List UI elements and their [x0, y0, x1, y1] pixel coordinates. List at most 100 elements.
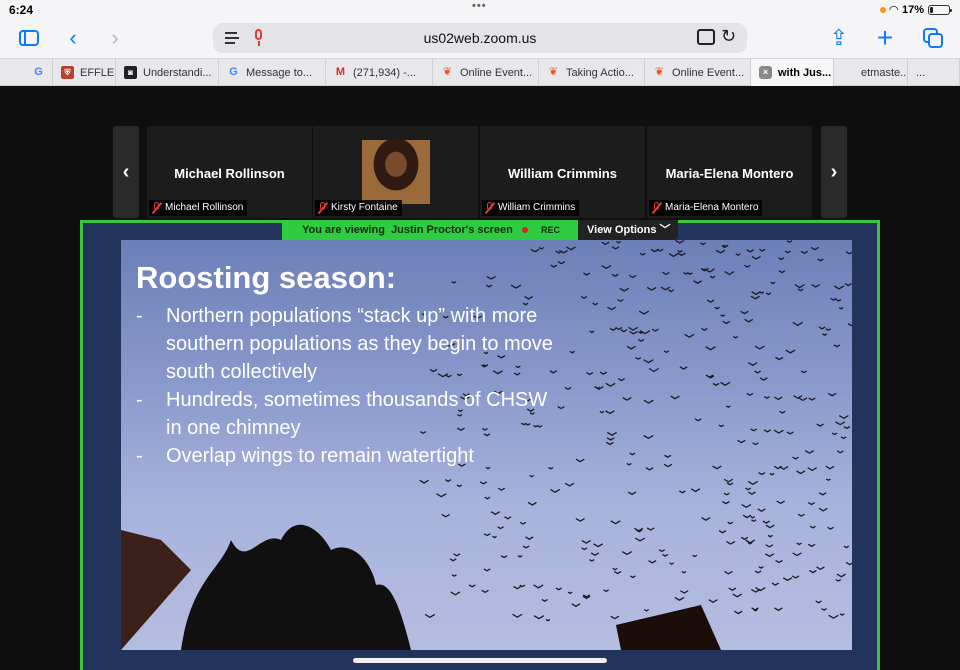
bird-mark: [844, 283, 852, 287]
bird-mark: [662, 553, 669, 557]
bird-mark: [835, 421, 846, 426]
bird-mark: [484, 496, 491, 500]
browser-tab[interactable]: ⛨ EFFLEU: [53, 59, 116, 86]
tab-label: Online Event...: [672, 66, 745, 79]
screen-share-banner: You are viewing Justin Proctor's screen …: [282, 220, 578, 240]
address-bar[interactable]: us02web.zoom.us ↻: [213, 23, 747, 53]
browser-tab[interactable]: etmaste...: [834, 59, 908, 86]
bird-mark: [746, 249, 755, 253]
share-icon[interactable]: ⇪: [826, 26, 852, 50]
browser-tab[interactable]: ❦ Taking Actio...: [539, 59, 645, 86]
bird-mark: [674, 596, 685, 601]
bird-mark: [575, 518, 585, 522]
bird-mark: [750, 428, 758, 432]
bird-mark: [692, 554, 698, 558]
participant-tile[interactable]: William Crimmins William Crimmins: [480, 126, 645, 218]
status-bar: 6:24 ••• ◠ 17%: [0, 0, 960, 18]
bird-mark: [728, 587, 737, 591]
browser-tab[interactable]: M (271,934) -...: [326, 59, 433, 86]
bird-mark: [815, 600, 822, 604]
browser-tab[interactable]: ...: [908, 59, 960, 86]
forward-icon[interactable]: ›: [102, 26, 128, 50]
bird-mark: [839, 613, 845, 616]
bird-mark: [564, 482, 575, 487]
gallery-prev-chevron-icon[interactable]: ‹: [113, 126, 139, 218]
bird-mark: [638, 338, 645, 342]
extension-icon[interactable]: [697, 29, 715, 45]
participant-tile[interactable]: Michael Rollinson Michael Rollinson: [147, 126, 312, 218]
flame-icon: ❦: [548, 66, 559, 78]
bird-mark: [601, 241, 610, 246]
participant-tile[interactable]: Kirsty Fontaine: [313, 126, 478, 218]
bird-mark: [796, 542, 802, 546]
bird-mark: [569, 350, 575, 354]
bird-mark: [638, 310, 650, 315]
bird-mark: [794, 284, 805, 289]
browser-tab[interactable]: G: [24, 59, 53, 86]
bird-mark: [646, 286, 657, 291]
bird-mark: [668, 253, 679, 258]
multitask-dots-icon[interactable]: •••: [472, 0, 487, 12]
bird-mark: [583, 272, 591, 276]
bird-mark: [810, 246, 819, 251]
browser-tab[interactable]: ◙ Understandi...: [116, 59, 219, 86]
bird-mark: [533, 584, 544, 589]
bird-mark: [745, 539, 756, 544]
bird-mark: [708, 599, 718, 604]
bird-mark: [830, 297, 837, 301]
tab-overview-icon[interactable]: [920, 26, 946, 50]
bird-mark: [741, 503, 752, 509]
reload-icon[interactable]: ↻: [721, 26, 736, 47]
bird-mark: [663, 463, 673, 468]
bird-mark: [620, 329, 628, 333]
recording-dot-icon: [522, 227, 528, 233]
participant-tile[interactable]: Maria-Elena Montero Maria-Elena Montero: [647, 126, 812, 218]
bird-mark: [456, 484, 463, 488]
bird-mark: [449, 558, 457, 562]
bird-mark: [524, 295, 533, 300]
bird-mark: [763, 396, 770, 399]
bird-mark: [545, 618, 551, 622]
bird-mark: [778, 257, 785, 261]
tab-label: Taking Actio...: [566, 66, 634, 79]
building-silhouette: [121, 530, 191, 650]
bird-mark: [550, 264, 558, 268]
view-options-button[interactable]: View Options ﹀: [578, 220, 678, 240]
tab-label: Understandi...: [143, 66, 212, 79]
bird-mark: [609, 327, 617, 331]
bird-mark: [758, 471, 766, 476]
bird-mark: [746, 392, 754, 397]
bird-mark: [714, 306, 721, 310]
bird-mark: [836, 450, 844, 454]
bird-mark: [822, 333, 828, 336]
bird-mark: [793, 395, 803, 399]
slide-title: Roosting season:: [136, 260, 397, 295]
bird-mark: [497, 526, 504, 530]
bird-mark: [722, 320, 731, 325]
browser-tab[interactable]: × with Jus...: [751, 59, 834, 86]
bird-mark: [538, 246, 545, 250]
url-text: us02web.zoom.us: [423, 30, 537, 46]
bird-mark: [567, 591, 573, 595]
bird-mark: [792, 552, 802, 557]
browser-tab[interactable]: G Message to...: [219, 59, 326, 86]
bird-mark: [720, 381, 731, 386]
bird-mark: [629, 452, 636, 456]
bird-mark: [818, 507, 828, 512]
bird-mark: [715, 249, 726, 254]
bird-mark: [522, 545, 530, 549]
browser-tab[interactable]: ❦ Online Event...: [433, 59, 539, 86]
bird-mark: [757, 508, 766, 512]
browser-tab[interactable]: ❦ Online Event...: [645, 59, 751, 86]
sidebar-toggle-icon[interactable]: [16, 26, 42, 50]
gallery-next-chevron-icon[interactable]: ›: [821, 126, 847, 218]
bird-mark: [669, 562, 675, 565]
new-tab-icon[interactable]: +: [872, 24, 898, 52]
bird-mark: [684, 333, 695, 338]
bird-mark: [712, 465, 722, 470]
home-indicator[interactable]: [353, 658, 607, 663]
bird-mark: [510, 284, 522, 289]
back-icon[interactable]: ‹: [60, 26, 86, 50]
participant-gallery: ‹ Michael Rollinson Michael Rollinson Ki…: [113, 126, 847, 218]
bird-mark: [497, 487, 506, 491]
